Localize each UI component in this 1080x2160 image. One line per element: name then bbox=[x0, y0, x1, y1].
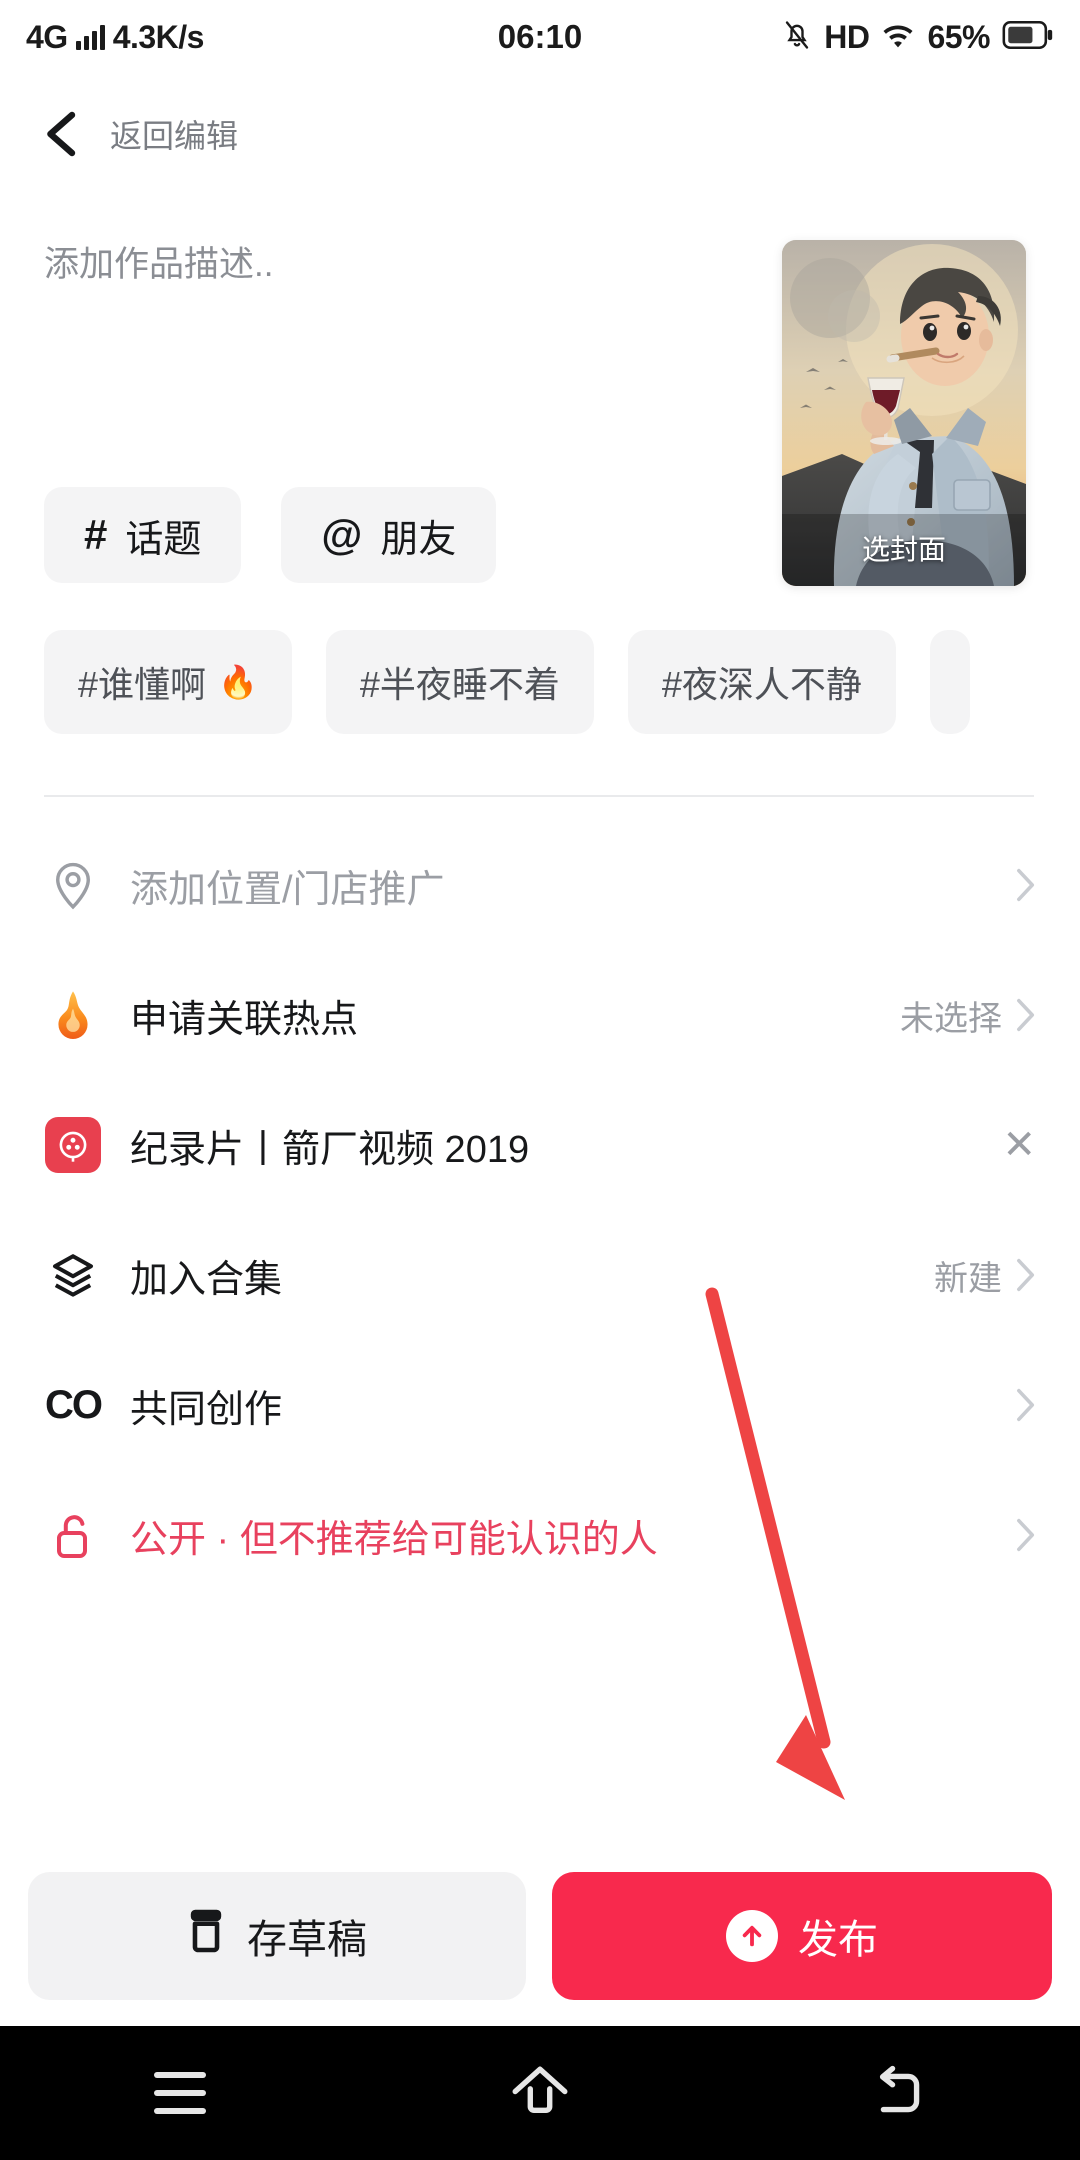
co-glyph: CO bbox=[45, 1382, 103, 1427]
row-documentary[interactable]: 纪录片丨箭厂视频 2019 ✕ bbox=[0, 1080, 1080, 1210]
row-hotspot-value: 未选择 bbox=[900, 999, 1002, 1038]
insert-pill-row: # 话题 @ 朋友 bbox=[44, 487, 497, 583]
film-reel-icon bbox=[44, 1116, 102, 1174]
row-cocreate-label: 共同创作 bbox=[130, 1388, 283, 1431]
row-documentary-label: 纪录片丨箭厂视频 2019 bbox=[130, 1128, 530, 1171]
layers-icon bbox=[44, 1246, 102, 1304]
chevron-right-icon bbox=[1016, 998, 1036, 1032]
hashtag-chip-label: #夜深人不静 bbox=[661, 664, 862, 705]
recents-icon[interactable] bbox=[120, 2053, 240, 2133]
chevron-right-icon bbox=[1016, 868, 1036, 902]
hashtag-chip-label: #谁懂啊 bbox=[78, 664, 207, 705]
topic-button-label: 话题 bbox=[125, 518, 202, 561]
description-field[interactable]: 添加作品描述.. bbox=[44, 240, 724, 289]
topic-button[interactable]: # 话题 bbox=[44, 487, 242, 583]
signal-bars-icon bbox=[75, 24, 105, 50]
close-icon[interactable]: ✕ bbox=[1002, 1125, 1036, 1165]
at-icon: @ bbox=[321, 511, 363, 558]
hashtag-chip[interactable]: #夜深人不静 bbox=[627, 630, 896, 734]
draft-box-icon bbox=[187, 1908, 225, 1964]
row-collection-value: 新建 bbox=[934, 1259, 1002, 1298]
chevron-right-icon bbox=[1016, 1258, 1036, 1292]
home-icon[interactable] bbox=[480, 2053, 600, 2133]
flame-hot-icon bbox=[44, 986, 102, 1044]
back-icon[interactable] bbox=[840, 2053, 960, 2133]
unlock-icon bbox=[44, 1506, 102, 1564]
row-hotspot[interactable]: 申请关联热点 未选择 bbox=[0, 950, 1080, 1080]
android-nav-bar bbox=[0, 2026, 1080, 2160]
battery-icon bbox=[1002, 20, 1054, 54]
cover-label[interactable]: 选封面 bbox=[782, 528, 1026, 568]
row-location[interactable]: 添加位置/门店推广 bbox=[0, 820, 1080, 950]
row-collection[interactable]: 加入合集 新建 bbox=[0, 1210, 1080, 1340]
mute-bell-icon bbox=[782, 18, 812, 57]
back-to-edit-label[interactable]: 返回编辑 bbox=[110, 111, 238, 157]
save-draft-label: 存草稿 bbox=[247, 1918, 367, 1962]
status-right: HD 65% bbox=[782, 18, 1054, 57]
chevron-right-icon bbox=[1016, 1388, 1036, 1422]
phone-screen: 4G 4.3K/s 06:10 HD 65% 返回编辑 添加作品描述.. 选封面… bbox=[0, 0, 1080, 2160]
hashtag-chip[interactable]: #半夜睡不着 bbox=[325, 630, 594, 734]
row-privacy-label: 公开 · 但不推荐给可能认识的人 bbox=[130, 1518, 658, 1561]
status-bar: 4G 4.3K/s 06:10 HD 65% bbox=[0, 0, 1080, 74]
row-cocreate[interactable]: CO 共同创作 bbox=[0, 1340, 1080, 1470]
network-type-label: 4G bbox=[26, 18, 68, 55]
section-divider bbox=[44, 795, 1034, 797]
upload-arrow-icon bbox=[726, 1910, 778, 1962]
description-placeholder[interactable]: 添加作品描述.. bbox=[44, 240, 724, 289]
row-location-label: 添加位置/门店推广 bbox=[130, 868, 445, 911]
network-speed-label: 4.3K/s bbox=[112, 18, 205, 55]
hash-icon: # bbox=[84, 511, 108, 558]
chevron-right-icon bbox=[1016, 1518, 1036, 1552]
publish-label: 发布 bbox=[798, 1918, 878, 1962]
battery-percent-label: 65% bbox=[927, 18, 990, 55]
options-list: 添加位置/门店推广 申请关联热点 未选择 纪录片丨箭厂视频 2019 ✕ 加入合… bbox=[0, 820, 1080, 1600]
co-creation-icon: CO bbox=[44, 1376, 103, 1434]
row-privacy[interactable]: 公开 · 但不推荐给可能认识的人 bbox=[0, 1470, 1080, 1600]
back-chevron-icon[interactable] bbox=[44, 111, 78, 157]
hashtag-suggestion-row[interactable]: #谁懂啊 🔥 #半夜睡不着 #夜深人不静 bbox=[44, 630, 1080, 734]
location-pin-icon bbox=[44, 856, 102, 914]
hashtag-chip-overflow[interactable] bbox=[929, 630, 970, 734]
publish-button[interactable]: 发布 bbox=[552, 1872, 1052, 2000]
save-draft-button[interactable]: 存草稿 bbox=[28, 1872, 526, 2000]
friend-button[interactable]: @ 朋友 bbox=[281, 487, 497, 583]
status-left: 4G 4.3K/s bbox=[26, 19, 204, 56]
bottom-action-bar: 存草稿 发布 bbox=[0, 1846, 1080, 2026]
row-collection-label: 加入合集 bbox=[130, 1258, 283, 1301]
friend-button-label: 朋友 bbox=[380, 518, 457, 561]
wifi-icon bbox=[881, 21, 915, 54]
page-header: 返回编辑 bbox=[0, 92, 1080, 176]
hashtag-chip-label: #半夜睡不着 bbox=[359, 664, 560, 705]
hashtag-chip[interactable]: #谁懂啊 🔥 bbox=[44, 630, 292, 734]
flame-icon: 🔥 bbox=[218, 664, 258, 700]
row-hotspot-label: 申请关联热点 bbox=[130, 998, 359, 1041]
cover-thumbnail[interactable]: 选封面 bbox=[782, 240, 1026, 586]
hd-icon: HD bbox=[824, 18, 870, 55]
